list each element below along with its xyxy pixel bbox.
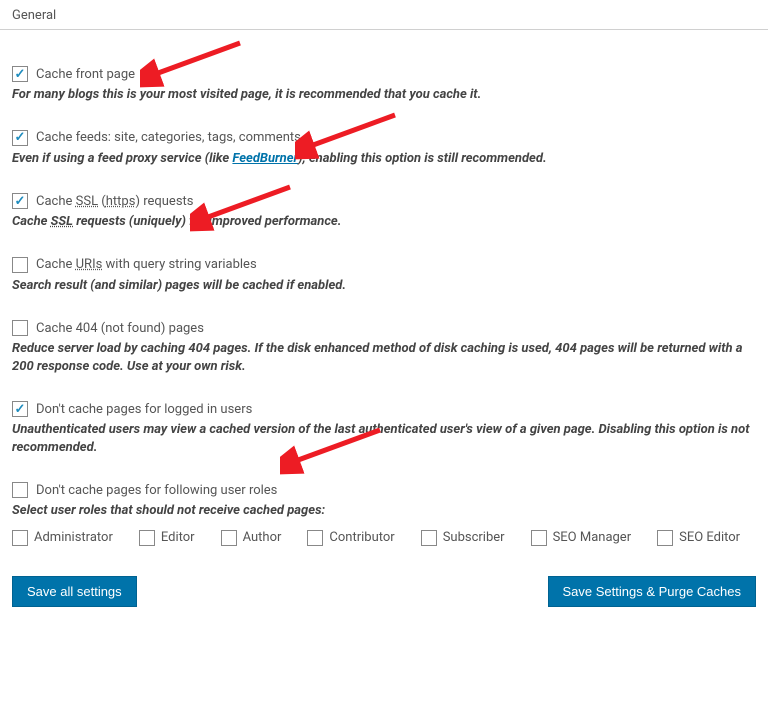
role-item-seo-manager: SEO Manager — [531, 530, 632, 546]
label-cache-uris-qs[interactable]: Cache URIs with query string variables — [36, 257, 257, 272]
label-no-cache-logged-in[interactable]: Don't cache pages for logged in users — [36, 402, 252, 417]
label-role-contributor[interactable]: Contributor — [329, 530, 394, 545]
desc-cache-ssl: Cache SSL requests (uniquely) for improv… — [12, 213, 756, 231]
role-item-administrator: Administrator — [12, 530, 113, 546]
checkbox-role-seo-editor[interactable] — [657, 530, 673, 546]
option-cache-404: Cache 404 (not found) pages Reduce serve… — [12, 320, 756, 375]
desc-cache-feeds: Even if using a feed proxy service (like… — [12, 150, 756, 168]
checkbox-cache-feeds[interactable] — [12, 130, 28, 146]
label-role-administrator[interactable]: Administrator — [34, 530, 113, 545]
role-item-contributor: Contributor — [307, 530, 394, 546]
label-cache-ssl[interactable]: Cache SSL (https) requests — [36, 194, 194, 209]
checkbox-cache-uris-qs[interactable] — [12, 257, 28, 273]
role-item-subscriber: Subscriber — [421, 530, 505, 546]
checkbox-role-editor[interactable] — [139, 530, 155, 546]
option-cache-feeds: Cache feeds: site, categories, tags, com… — [12, 130, 756, 168]
options-content: Cache front page For many blogs this is … — [0, 30, 768, 627]
checkbox-cache-404[interactable] — [12, 320, 28, 336]
section-title: General — [12, 8, 56, 23]
desc-no-cache-roles: Select user roles that should not receiv… — [12, 502, 756, 520]
label-role-author[interactable]: Author — [243, 530, 282, 545]
option-cache-ssl: Cache SSL (https) requests Cache SSL req… — [12, 193, 756, 231]
desc-cache-uris-qs: Search result (and similar) pages will b… — [12, 277, 756, 295]
desc-cache-front-page: For many blogs this is your most visited… — [12, 86, 756, 104]
option-cache-front-page: Cache front page For many blogs this is … — [12, 66, 756, 104]
checkbox-cache-front-page[interactable] — [12, 66, 28, 82]
roles-row: Administrator Editor Author Contributor … — [12, 530, 756, 546]
checkbox-role-seo-manager[interactable] — [531, 530, 547, 546]
label-role-subscriber[interactable]: Subscriber — [443, 530, 505, 545]
checkbox-role-administrator[interactable] — [12, 530, 28, 546]
footer-buttons: Save all settings Save Settings & Purge … — [12, 576, 756, 607]
checkbox-cache-ssl[interactable] — [12, 193, 28, 209]
role-item-author: Author — [221, 530, 282, 546]
desc-cache-404: Reduce server load by caching 404 pages.… — [12, 340, 756, 375]
label-role-seo-manager[interactable]: SEO Manager — [553, 530, 632, 545]
section-header: General — [0, 0, 768, 30]
label-cache-front-page[interactable]: Cache front page — [36, 67, 135, 82]
link-feedburner[interactable]: FeedBurner — [232, 151, 298, 166]
option-no-cache-roles: Don't cache pages for following user rol… — [12, 482, 756, 546]
option-no-cache-logged-in: Don't cache pages for logged in users Un… — [12, 401, 756, 456]
option-cache-uris-qs: Cache URIs with query string variables S… — [12, 257, 756, 295]
label-role-seo-editor[interactable]: SEO Editor — [679, 530, 740, 545]
checkbox-role-author[interactable] — [221, 530, 237, 546]
save-all-button[interactable]: Save all settings — [12, 576, 137, 607]
role-item-seo-editor: SEO Editor — [657, 530, 740, 546]
checkbox-no-cache-logged-in[interactable] — [12, 401, 28, 417]
label-no-cache-roles[interactable]: Don't cache pages for following user rol… — [36, 483, 277, 498]
checkbox-role-subscriber[interactable] — [421, 530, 437, 546]
checkbox-role-contributor[interactable] — [307, 530, 323, 546]
desc-no-cache-logged-in: Unauthenticated users may view a cached … — [12, 421, 756, 456]
save-purge-button[interactable]: Save Settings & Purge Caches — [548, 576, 757, 607]
label-role-editor[interactable]: Editor — [161, 530, 195, 545]
label-cache-404[interactable]: Cache 404 (not found) pages — [36, 321, 204, 336]
checkbox-no-cache-roles[interactable] — [12, 482, 28, 498]
role-item-editor: Editor — [139, 530, 195, 546]
label-cache-feeds[interactable]: Cache feeds: site, categories, tags, com… — [36, 130, 301, 145]
